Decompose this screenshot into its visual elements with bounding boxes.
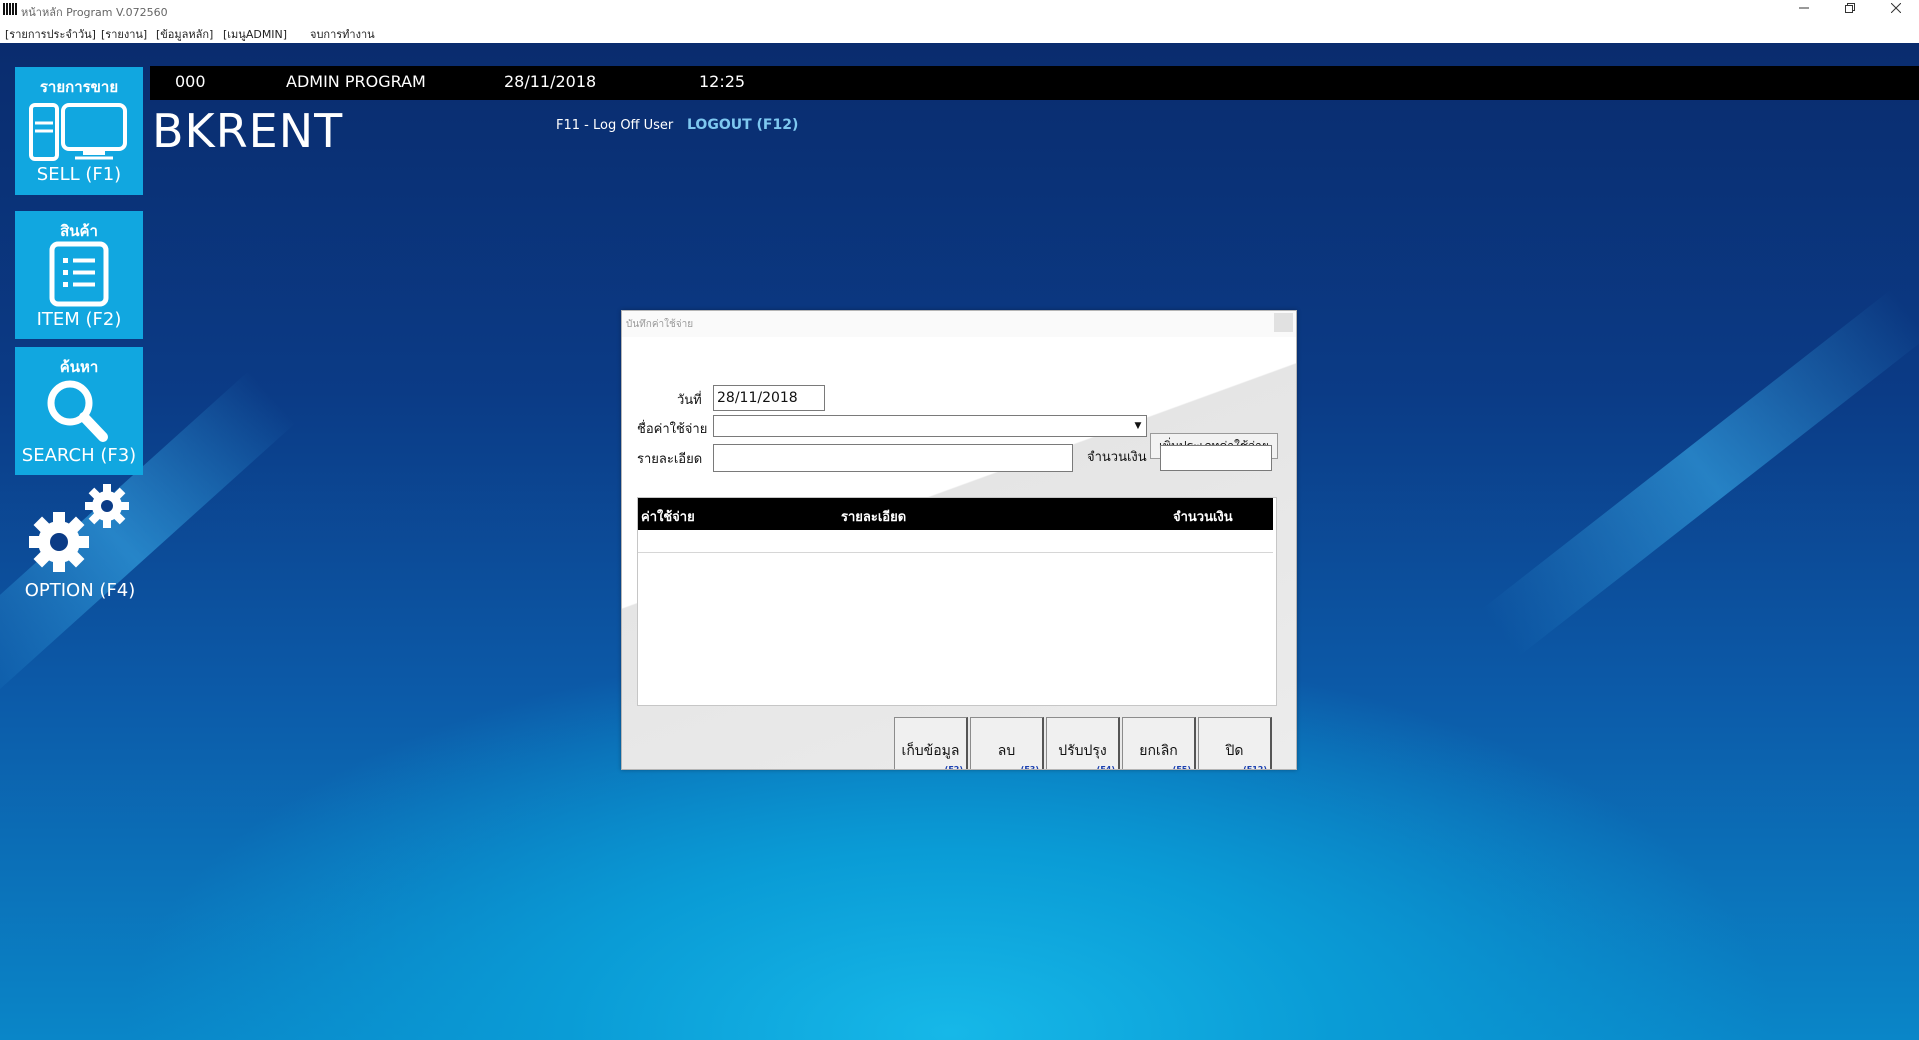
sell-tile[interactable]: รายการขาย SELL (F1): [15, 67, 143, 195]
option-tile[interactable]: OPTION (F4): [15, 480, 143, 610]
search-tile-label: SEARCH (F3): [21, 445, 137, 466]
close-button[interactable]: [1873, 0, 1919, 19]
menu-bar: [รายการประจำวัน] [รายงาน] [ข้อมูลหลัก] […: [0, 19, 1919, 43]
dialog-close-box[interactable]: [1274, 313, 1293, 332]
close-dialog-button-key: (F12): [1243, 765, 1267, 769]
cancel-button[interactable]: ยกเลิก (F5): [1122, 717, 1196, 769]
column-amount: จำนวนเงิน: [1173, 510, 1233, 525]
amount-label: จำนวนเงิน: [1087, 450, 1147, 465]
amount-field[interactable]: [1160, 445, 1272, 471]
pos-terminal-icon: [29, 103, 127, 161]
date-field[interactable]: [713, 385, 825, 411]
brand-name: BKRENT: [152, 104, 344, 158]
minimize-button[interactable]: [1781, 0, 1827, 19]
search-tile[interactable]: ค้นหา SEARCH (F3): [15, 347, 143, 475]
delete-button-key: (F3): [1021, 765, 1039, 769]
menu-daily[interactable]: [รายการประจำวัน]: [5, 25, 96, 43]
current-date: 28/11/2018: [504, 72, 597, 91]
table-header: ค่าใช้จ่าย รายละเอียด จำนวนเงิน: [638, 498, 1273, 530]
delete-button-label: ลบ: [997, 743, 1016, 759]
app-window: หน้าหลัก Program V.072560 [รายการประจำวั…: [0, 0, 1919, 1040]
update-button-label: ปรับปรุง: [1058, 743, 1107, 759]
menu-exit[interactable]: จบการทำงาน: [310, 25, 375, 43]
barcode-app-icon: [3, 3, 17, 15]
item-tile-label: ITEM (F2): [36, 309, 122, 330]
delete-button[interactable]: ลบ (F3): [970, 717, 1044, 769]
restore-icon: [1845, 3, 1855, 13]
date-label: วันที่: [677, 393, 702, 408]
column-expense: ค่าใช้จ่าย: [641, 510, 695, 525]
logout-link[interactable]: LOGOUT (F12): [687, 117, 798, 133]
light-beam: [1481, 289, 1919, 657]
restore-button[interactable]: [1827, 0, 1873, 19]
current-time: 12:25: [699, 72, 746, 91]
chevron-down-icon[interactable]: ▼: [1131, 417, 1145, 435]
save-button-label: เก็บข้อมูล: [901, 743, 960, 759]
menu-reports[interactable]: [รายงาน]: [101, 25, 147, 43]
status-bar: 000 ADMIN PROGRAM 28/11/2018 12:25: [150, 66, 1919, 100]
update-button-key: (F4): [1097, 765, 1115, 769]
expense-dialog: บันทึกค่าใช้จ่าย วันที่ ชื่อค่าใช้จ่าย ▼…: [621, 310, 1297, 770]
expense-name-label: ชื่อค่าใช้จ่าย: [637, 422, 708, 437]
close-dialog-button[interactable]: ปิด (F12): [1198, 717, 1272, 769]
close-icon: [1890, 2, 1902, 14]
expense-name-combo[interactable]: ▼: [713, 415, 1147, 437]
detail-label: รายละเอียด: [637, 452, 703, 467]
update-button[interactable]: ปรับปรุง (F4): [1046, 717, 1120, 769]
column-detail: รายละเอียด: [841, 510, 907, 525]
dialog-body: วันที่ ชื่อค่าใช้จ่าย ▼ เพิ่มประเภทค่าใช…: [622, 337, 1296, 769]
cancel-button-key: (F5): [1173, 765, 1191, 769]
dialog-title: บันทึกค่าใช้จ่าย: [626, 319, 694, 330]
list-icon: [49, 241, 109, 307]
dialog-titlebar: บันทึกค่าใช้จ่าย: [622, 311, 1296, 337]
logoff-user-link[interactable]: F11 - Log Off User: [556, 118, 673, 133]
table-row[interactable]: [638, 530, 1273, 553]
sell-tile-label: SELL (F1): [36, 164, 122, 185]
search-icon: [47, 380, 108, 442]
item-tile[interactable]: สินค้า ITEM (F2): [15, 211, 143, 339]
window-titlebar: หน้าหลัก Program V.072560: [0, 0, 1919, 19]
menu-master-data[interactable]: [ข้อมูลหลัก]: [156, 25, 213, 43]
save-button[interactable]: เก็บข้อมูล (F2): [894, 717, 968, 769]
menu-admin[interactable]: [เมนูADMIN]: [223, 25, 287, 43]
expense-table[interactable]: ค่าใช้จ่าย รายละเอียด จำนวนเงิน: [637, 497, 1277, 706]
cancel-button-label: ยกเลิก: [1139, 743, 1178, 759]
search-tile-title: ค้นหา: [59, 358, 99, 376]
program-name: ADMIN PROGRAM: [286, 72, 426, 91]
save-button-key: (F2): [945, 765, 963, 769]
gears-icon: [29, 484, 129, 572]
sell-tile-title: รายการขาย: [39, 78, 119, 96]
option-tile-label: OPTION (F4): [24, 580, 136, 601]
user-code: 000: [175, 72, 206, 91]
minimize-icon: [1799, 7, 1809, 9]
detail-field[interactable]: [713, 444, 1073, 472]
item-tile-title: สินค้า: [60, 222, 98, 240]
close-dialog-button-label: ปิด: [1225, 743, 1244, 759]
